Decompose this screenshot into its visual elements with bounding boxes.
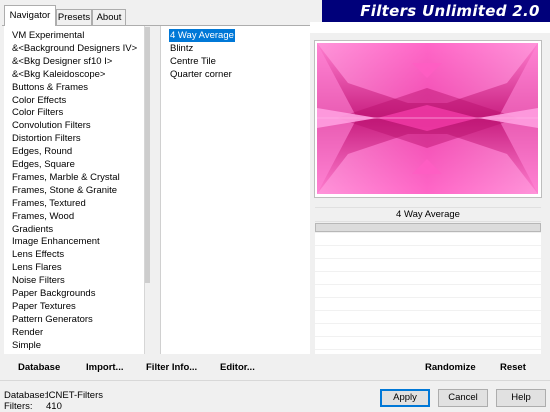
filter-item[interactable]: Blintz <box>169 42 194 55</box>
category-item[interactable]: Pattern Generators <box>12 313 93 326</box>
category-list[interactable]: VM Experimental &<Background Designers IV… <box>4 26 144 354</box>
category-item[interactable]: Gradients <box>12 223 53 236</box>
filter-list[interactable]: 4 Way Average Blintz Centre Tile Quarter co… <box>160 26 310 354</box>
database-value: ICNET-Filters <box>46 390 103 401</box>
category-item[interactable]: Edges, Round <box>12 145 72 158</box>
tab-presets[interactable]: Presets <box>56 9 92 26</box>
control-row <box>315 258 541 259</box>
category-item[interactable]: &<Bkg Designer sf10 I> <box>12 55 112 68</box>
tab-navigator[interactable]: Navigator <box>4 5 56 26</box>
filter-controls[interactable] <box>315 233 541 354</box>
preview-filter-name: 4 Way Average <box>315 207 541 222</box>
category-item[interactable]: Buttons & Frames <box>12 81 88 94</box>
reset-button[interactable]: Reset <box>500 362 526 373</box>
control-row <box>315 349 541 350</box>
database-label: Database: <box>4 390 48 401</box>
tab-about[interactable]: About <box>92 9 126 26</box>
category-item[interactable]: Noise Filters <box>12 274 65 287</box>
category-item[interactable]: Convolution Filters <box>12 119 91 132</box>
category-item[interactable]: Lens Effects <box>12 248 64 261</box>
category-item[interactable]: Simple <box>12 339 41 352</box>
database-button[interactable]: Database <box>18 362 60 373</box>
category-item[interactable]: VM Experimental <box>12 29 84 42</box>
filters-label: Filters: <box>4 401 33 412</box>
control-row <box>315 310 541 311</box>
app-title: Filters Unlimited 2.0 <box>360 2 540 20</box>
filter-item[interactable]: Centre Tile <box>169 55 217 68</box>
cancel-button[interactable]: Cancel <box>438 389 488 407</box>
category-item[interactable]: &<Bkg Kaleidoscope> <box>12 68 105 81</box>
control-row <box>315 271 541 272</box>
bottom-toolbar: Database Import... Filter Info... Editor… <box>0 356 550 378</box>
filters-count: 410 <box>46 401 62 412</box>
filter-info-button[interactable]: Filter Info... <box>146 362 197 373</box>
category-item[interactable]: Special Effects <box>12 352 75 355</box>
control-row <box>315 297 541 298</box>
control-row <box>315 284 541 285</box>
category-scrollbar-thumb[interactable] <box>145 27 150 283</box>
editor-button[interactable]: Editor... <box>220 362 255 373</box>
import-button[interactable]: Import... <box>86 362 123 373</box>
category-item[interactable]: Frames, Wood <box>12 210 74 223</box>
toolbar-divider <box>0 380 550 381</box>
filter-slider[interactable] <box>315 223 541 232</box>
apply-button[interactable]: Apply <box>380 389 430 407</box>
category-item[interactable]: Paper Textures <box>12 300 76 313</box>
category-item[interactable]: Frames, Textured <box>12 197 86 210</box>
filter-item[interactable]: Quarter corner <box>169 68 233 81</box>
category-item[interactable]: Paper Backgrounds <box>12 287 95 300</box>
filter-item[interactable]: 4 Way Average <box>169 29 235 42</box>
category-item[interactable]: Distortion Filters <box>12 132 81 145</box>
banner-stripe <box>310 22 550 33</box>
help-button[interactable]: Help <box>496 389 546 407</box>
randomize-button[interactable]: Randomize <box>425 362 476 373</box>
category-item[interactable]: Frames, Marble & Crystal <box>12 171 120 184</box>
category-item[interactable]: &<Background Designers IV> <box>12 42 137 55</box>
category-item[interactable]: Frames, Stone & Granite <box>12 184 117 197</box>
category-item[interactable]: Color Filters <box>12 106 63 119</box>
control-row <box>315 323 541 324</box>
control-row <box>315 245 541 246</box>
control-row <box>315 336 541 337</box>
category-item[interactable]: Render <box>12 326 43 339</box>
category-item[interactable]: Color Effects <box>12 94 66 107</box>
category-item[interactable]: Lens Flares <box>12 261 62 274</box>
category-item[interactable]: Edges, Square <box>12 158 75 171</box>
preview-image <box>317 43 538 194</box>
category-item[interactable]: Image Enhancement <box>12 235 100 248</box>
